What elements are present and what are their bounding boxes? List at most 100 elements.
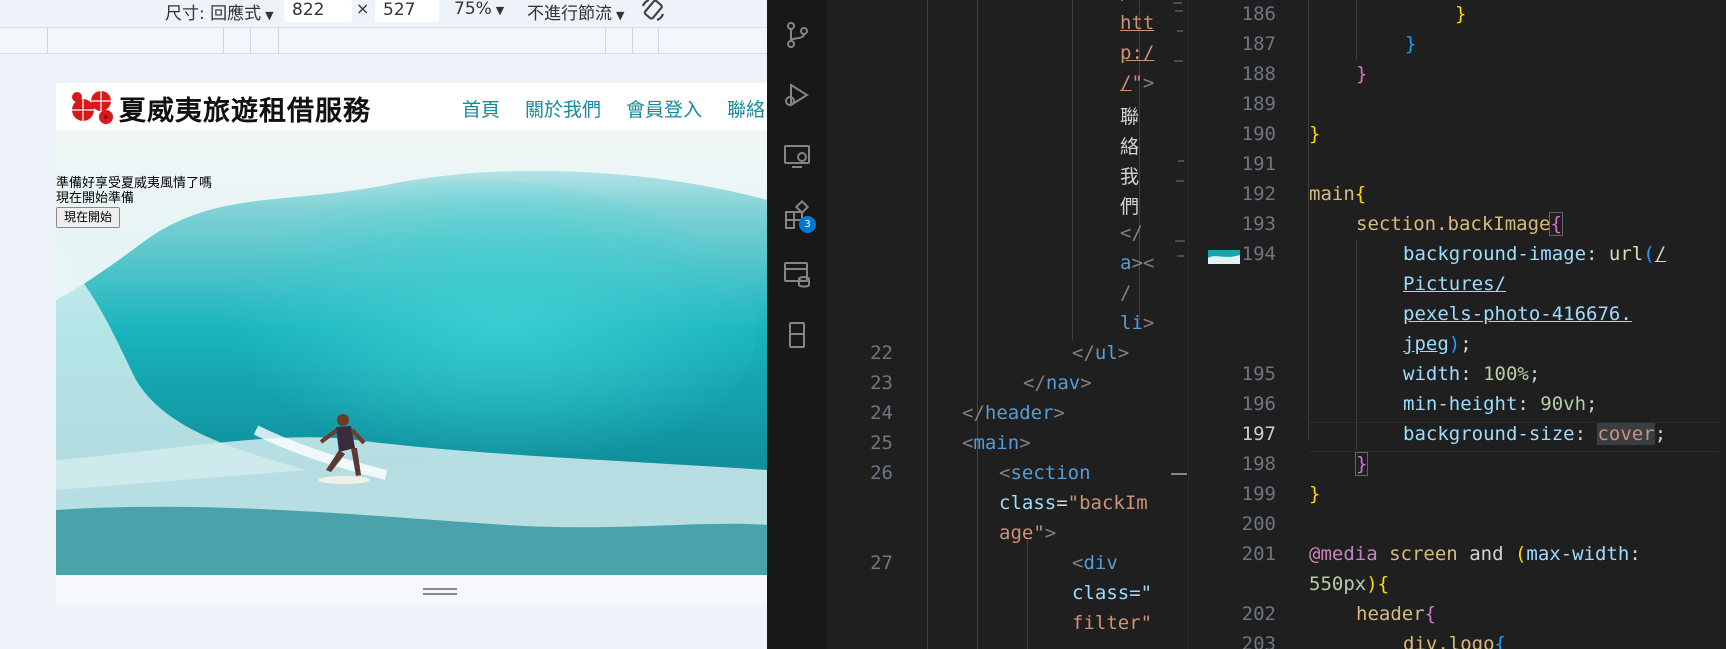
html-editor[interactable]: / htt p:/ /"> 聯 絡 我 們 </ a>< / li> 22 </…: [827, 0, 1187, 649]
line-number: 25: [870, 432, 893, 454]
css-selector: header: [1356, 603, 1425, 625]
device-toolbar: 尺寸: 回應式 ▼ 822 × 527 75% ▼ 不進行節流 ▼: [0, 0, 767, 24]
css-url-part: Pictures/: [1403, 273, 1506, 295]
line-number: 192: [1241, 183, 1276, 205]
code-tag: nav: [1045, 372, 1081, 394]
throttle-dropdown[interactable]: 不進行節流 ▼: [527, 0, 624, 24]
line-number: 186: [1241, 3, 1276, 25]
indent-guide: [927, 0, 928, 649]
nav-contact[interactable]: 聯絡: [727, 95, 765, 122]
indent-guide: [1356, 240, 1357, 450]
code-href-part: p:/: [1120, 42, 1155, 64]
css-value: cover: [1597, 423, 1655, 445]
css-media-type: screen: [1389, 543, 1458, 565]
code-tag: main: [973, 432, 1020, 454]
line-number: 27: [870, 552, 893, 574]
viewport-footer-area: [56, 575, 767, 605]
ruler-tick: [223, 28, 224, 54]
source-control-icon[interactable]: [782, 20, 812, 50]
minimap[interactable]: [1171, 0, 1187, 649]
code-href-part: /: [1120, 72, 1132, 94]
css-media-feature: max-width: [1526, 543, 1630, 565]
code-text-char: 聯: [1120, 106, 1140, 128]
width-input[interactable]: 822: [284, 0, 352, 22]
line-number: 201: [1241, 543, 1276, 565]
css-keyword: and: [1469, 543, 1504, 565]
code-href-part: htt: [1120, 12, 1155, 34]
ruler-tick: [250, 28, 251, 54]
device-icon[interactable]: [782, 320, 812, 350]
site-nav: 首頁 關於我們 會員登入 聯絡: [462, 95, 767, 122]
css-selector: div.logo: [1403, 633, 1495, 649]
database-icon[interactable]: [782, 259, 812, 289]
code-tag: section: [1010, 462, 1091, 484]
nav-home[interactable]: 首頁: [462, 95, 500, 122]
css-at-rule: @media: [1309, 543, 1378, 565]
line-number: 22: [870, 342, 893, 364]
css-selector: section.backImage: [1356, 213, 1551, 235]
code-attr: class: [999, 492, 1057, 514]
ruler-tick: [278, 28, 279, 54]
dimensions-dropdown[interactable]: 尺寸: 回應式 ▼: [165, 0, 274, 24]
hibiscus-logo: [72, 91, 113, 124]
css-url-part: pexels-photo-416676.: [1403, 303, 1632, 325]
zoom-label: 75%: [454, 0, 492, 19]
code-tag: header: [984, 402, 1054, 424]
code-string: age": [999, 522, 1045, 544]
ruler-tick: [658, 28, 659, 54]
nav-login[interactable]: 會員登入: [626, 95, 702, 122]
indent-guide: [1356, 0, 1357, 60]
start-button[interactable]: 現在開始: [56, 207, 120, 228]
hero-line-2: 現在開始準備: [56, 191, 135, 206]
line-number: 196: [1241, 393, 1276, 415]
code-tag: div: [1083, 552, 1118, 574]
code-text-char: 我: [1120, 166, 1140, 188]
code-tag: ul: [1094, 342, 1118, 364]
code-text-char: 絡: [1120, 136, 1140, 158]
extensions-badge: 3: [799, 216, 816, 233]
line-number: 203: [1241, 633, 1276, 649]
line-number: 23: [870, 372, 893, 394]
height-input[interactable]: 527: [375, 0, 439, 22]
css-property: background-image: [1403, 243, 1587, 265]
line-number-active: 197: [1241, 423, 1276, 445]
nav-about[interactable]: 關於我們: [525, 95, 601, 122]
line-number: 195: [1241, 363, 1276, 385]
zoom-dropdown[interactable]: 75% ▼: [454, 0, 504, 19]
ruler-tick: [47, 28, 48, 54]
code-attr: class=": [1072, 582, 1153, 604]
line-number: 24: [870, 402, 893, 424]
code-string: filter": [1072, 612, 1153, 634]
run-debug-icon[interactable]: [782, 80, 812, 110]
line-number: 189: [1241, 93, 1276, 115]
chevron-down-icon: ▼: [495, 4, 505, 17]
line-number: 26: [870, 462, 893, 484]
indent-guide: [1027, 540, 1028, 649]
indent-guide: [977, 0, 978, 649]
line-number: 193: [1241, 213, 1276, 235]
remote-explorer-icon[interactable]: [782, 141, 812, 171]
dimensions-label: 尺寸: 回應式: [165, 4, 262, 24]
media-query-ruler[interactable]: [0, 27, 767, 54]
ruler-tick: [632, 28, 633, 54]
hero-line-1: 準備好享受夏威夷風情了嗎: [56, 176, 213, 191]
activity-bar: 3: [767, 0, 827, 649]
css-function: url: [1608, 243, 1644, 265]
line-number: 188: [1241, 63, 1276, 85]
throttle-label: 不進行節流: [527, 4, 612, 24]
css-value: 100%: [1483, 363, 1529, 385]
site-title: 夏威夷旅遊租借服務: [119, 96, 371, 127]
line-number: 187: [1241, 33, 1276, 55]
line-number: 190: [1241, 123, 1276, 145]
line-number: 191: [1241, 153, 1276, 175]
hero-section: 準備好享受夏威夷風情了嗎 現在開始準備 現在開始: [56, 130, 767, 575]
chevron-down-icon: ▼: [265, 9, 274, 22]
editor-splitter[interactable]: [1188, 0, 1196, 649]
line-number: 194: [1241, 243, 1276, 265]
device-viewport: 夏威夷旅遊租借服務 首頁 關於我們 會員登入 聯絡 準備好享受夏威夷風情了嗎 現…: [56, 83, 767, 605]
css-property: width: [1403, 363, 1461, 385]
rotate-icon[interactable]: [640, 0, 666, 28]
css-value: 90vh: [1540, 393, 1587, 415]
css-url-part: /: [1654, 243, 1667, 265]
resize-handle-icon[interactable]: [423, 588, 457, 596]
